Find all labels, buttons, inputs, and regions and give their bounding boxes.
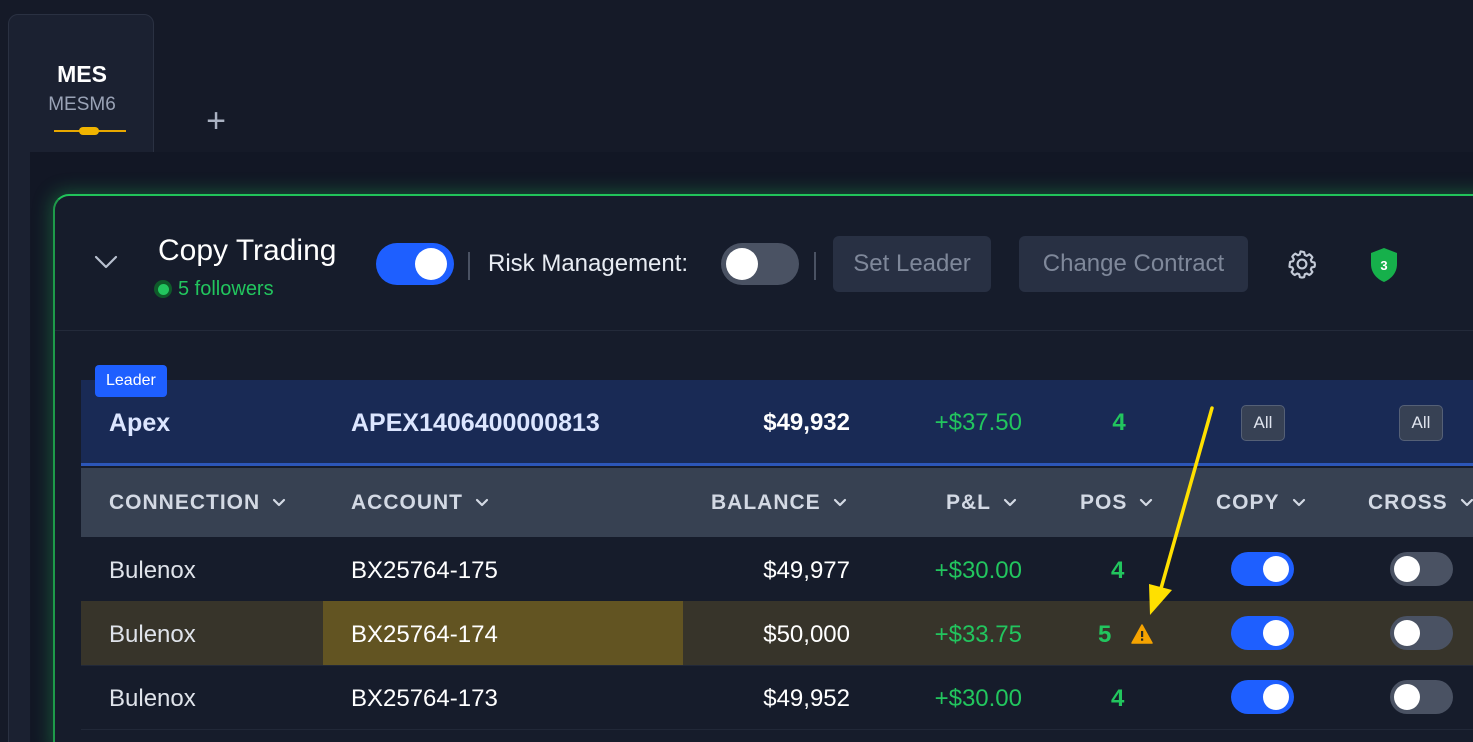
row-copy-toggle[interactable]	[1231, 616, 1294, 650]
header-label: POS	[1080, 491, 1128, 514]
leader-badge: Leader	[95, 365, 167, 397]
tab-active-indicator	[54, 127, 126, 135]
row-pnl: +$30.00	[934, 557, 1022, 584]
row-connection: Bulenox	[109, 557, 196, 584]
leader-account: APEX1406400000813	[351, 409, 600, 437]
app-root: MES MESM6 + Copy Trading 5 followers Ris…	[0, 0, 1473, 742]
header-cross[interactable]: CROSS	[1368, 491, 1473, 515]
row-connection: Bulenox	[109, 621, 196, 648]
panel-title: Copy Trading	[158, 234, 337, 267]
header-label: CROSS	[1368, 491, 1448, 514]
header-label: ACCOUNT	[351, 491, 463, 514]
tab-symbol: MES	[57, 61, 107, 87]
header-label: BALANCE	[711, 491, 821, 514]
header-balance[interactable]: BALANCE	[711, 491, 847, 515]
annotation-arrow-icon	[1149, 406, 1214, 615]
set-leader-button[interactable]: Set Leader	[833, 236, 991, 292]
header-account[interactable]: ACCOUNT	[351, 491, 489, 515]
gear-icon[interactable]	[1286, 248, 1318, 280]
chevron-down-icon	[475, 498, 489, 507]
row-balance: $50,000	[763, 621, 850, 648]
panel-divider	[55, 330, 1473, 331]
header-pnl[interactable]: P&L	[946, 491, 1017, 515]
leader-connection: Apex	[109, 409, 171, 437]
row-account: BX25764-173	[351, 685, 498, 712]
chevron-down-icon[interactable]	[94, 250, 118, 274]
row-cross-toggle[interactable]	[1390, 680, 1453, 714]
risk-management-toggle[interactable]	[721, 243, 799, 285]
tab-contract: MESM6	[48, 94, 116, 115]
row-balance: $49,952	[763, 685, 850, 712]
followers-status: 5 followers	[154, 278, 274, 300]
row-account: BX25764-174	[351, 621, 498, 648]
row-balance: $49,977	[763, 557, 850, 584]
chevron-down-icon	[1003, 498, 1017, 507]
separator	[814, 252, 816, 280]
chevron-down-icon	[1460, 498, 1473, 507]
warning-icon[interactable]	[1131, 624, 1153, 644]
row-pnl: +$33.75	[934, 621, 1022, 648]
copy-trading-toggle[interactable]	[376, 243, 454, 285]
row-pos: 4	[1111, 557, 1125, 584]
row-cross-toggle[interactable]	[1390, 552, 1453, 586]
row-account: BX25764-175	[351, 557, 498, 584]
leader-balance: $49,932	[763, 409, 850, 436]
row-pnl: +$30.00	[934, 685, 1022, 712]
header-label: P&L	[946, 491, 991, 514]
copy-all-button[interactable]: All	[1241, 405, 1285, 441]
change-contract-button[interactable]: Change Contract	[1019, 236, 1248, 292]
leader-pnl: +$37.50	[934, 409, 1022, 436]
chevron-down-icon	[833, 498, 846, 507]
row-copy-toggle[interactable]	[1231, 552, 1294, 586]
row-pos: 5	[1098, 621, 1112, 648]
row-copy-toggle[interactable]	[1231, 680, 1294, 714]
row-cross-toggle[interactable]	[1390, 616, 1453, 650]
chevron-down-icon	[273, 498, 286, 507]
header-connection[interactable]: CONNECTION	[109, 491, 286, 515]
risk-management-label: Risk Management:	[488, 250, 689, 277]
cross-all-button[interactable]: All	[1399, 405, 1443, 441]
row-connection: Bulenox	[109, 685, 196, 712]
chevron-down-icon	[1292, 498, 1305, 507]
separator	[468, 252, 470, 280]
row-divider	[81, 729, 1473, 730]
row-pos: 4	[1111, 685, 1125, 712]
header-label: CONNECTION	[109, 491, 261, 514]
add-tab-button[interactable]: +	[200, 104, 232, 138]
leader-pos: 4	[1112, 409, 1126, 436]
followers-count: 5 followers	[178, 277, 274, 300]
shield-count: 3	[1380, 258, 1387, 273]
status-dot-icon	[154, 280, 172, 298]
shield-icon[interactable]: 3	[1368, 247, 1400, 283]
